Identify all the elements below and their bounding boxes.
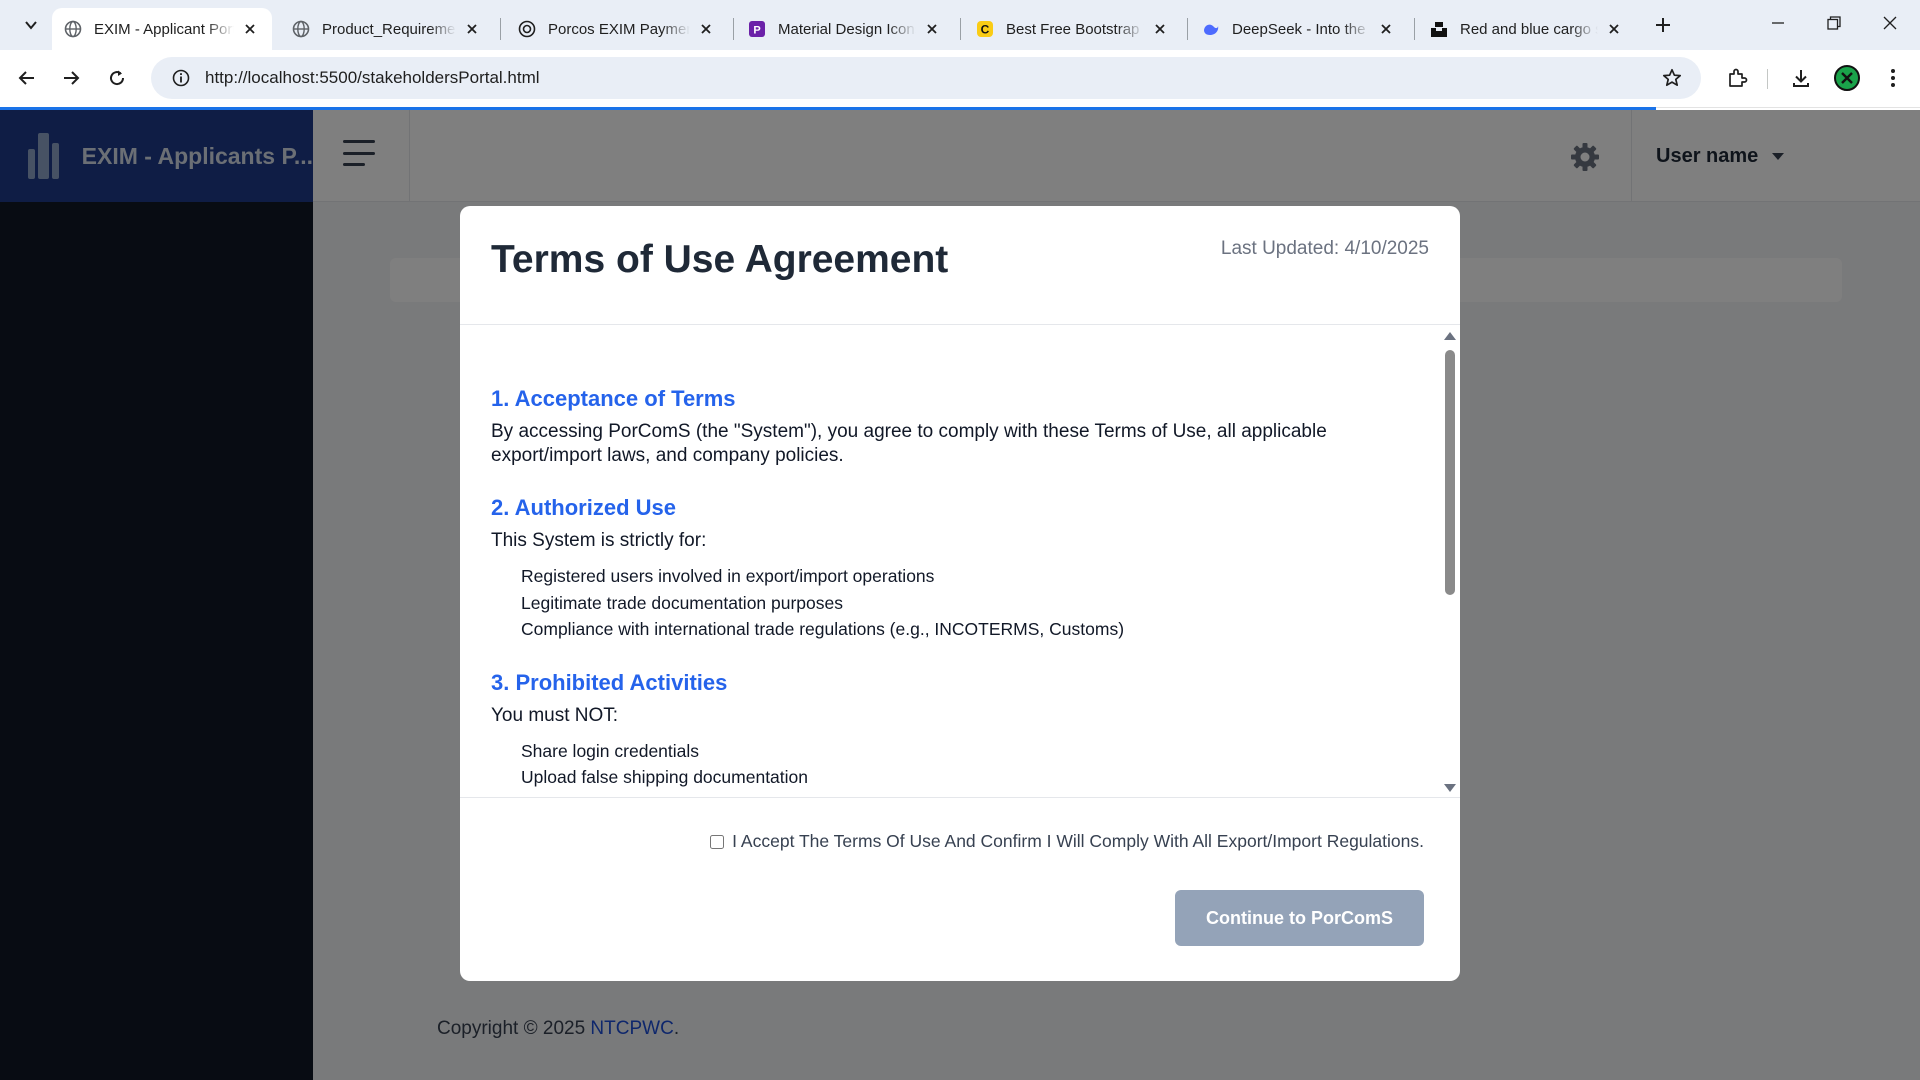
bookmark-star-icon[interactable] [1661, 67, 1683, 89]
tab-separator [500, 18, 501, 40]
openai-icon [518, 20, 536, 38]
close-icon [1883, 16, 1897, 30]
close-window-button[interactable] [1862, 0, 1918, 46]
modal-title: Terms of Use Agreement [491, 238, 949, 281]
forward-button[interactable] [52, 59, 90, 97]
reload-icon [110, 70, 125, 86]
more-menu-icon[interactable] [1878, 63, 1908, 93]
list-item: Legitimate trade documentation purposes [521, 592, 844, 613]
tab-title: DeepSeek - Into the Unknown [1232, 20, 1370, 38]
profile-icon [1841, 72, 1853, 84]
accept-terms-row[interactable]: I Accept The Terms Of Use And Confirm I … [710, 831, 1424, 852]
section-heading: 1. Acceptance of Terms [491, 386, 736, 411]
arrow-right-icon [64, 71, 80, 85]
c-icon: C [976, 20, 994, 38]
arrow-left-icon [18, 71, 34, 85]
extensions-icon[interactable] [1722, 63, 1752, 93]
tab-separator [1187, 18, 1188, 40]
tab-cargo-ship[interactable]: Red and blue cargo ship [1418, 8, 1636, 50]
section-heading: 3. Prohibited Activities [491, 669, 728, 695]
profile-avatar[interactable] [1834, 65, 1860, 91]
tab-title: Best Free Bootstrap Templates [1006, 20, 1144, 38]
globe-icon [292, 20, 310, 38]
toolbar-divider [1767, 69, 1768, 89]
tab-separator [960, 18, 961, 40]
close-icon[interactable] [462, 19, 482, 39]
address-bar[interactable]: http://localhost:5500/stakeholdersPortal… [151, 57, 1701, 99]
chevron-down-icon [25, 21, 37, 30]
accept-terms-checkbox[interactable] [710, 834, 725, 849]
new-tab-button[interactable] [1648, 10, 1678, 40]
terms-scroll-area[interactable]: 1. Acceptance of Terms By accessing PorC… [460, 326, 1460, 798]
close-icon[interactable] [1150, 19, 1170, 39]
browser-tabstrip: EXIM - Applicant Portal Product_Requirem… [0, 0, 1920, 50]
tab-title: Product_Requirements [322, 20, 456, 38]
section-text: By accessing PorComS (the "System"), you… [491, 421, 1327, 466]
plus-icon [1656, 18, 1670, 32]
close-icon[interactable] [1376, 19, 1396, 39]
tab-title: Red and blue cargo ship [1460, 20, 1598, 38]
tab-exim-portal[interactable]: EXIM - Applicant Portal [52, 8, 272, 50]
list-item: Registered users involved in export/impo… [521, 566, 935, 586]
download-icon[interactable] [1786, 63, 1816, 93]
unsplash-icon [1430, 20, 1448, 38]
tab-separator [733, 18, 734, 40]
restore-icon [1827, 16, 1841, 30]
continue-button[interactable]: Continue to PorComS [1175, 890, 1424, 946]
deepseek-icon [1202, 20, 1220, 38]
tab-title: Porcos EXIM Payment [548, 20, 690, 38]
scrollbar[interactable] [1440, 326, 1460, 797]
tab-porcos-payment[interactable]: Porcos EXIM Payment [506, 8, 728, 50]
site-info-icon[interactable] [161, 57, 201, 99]
terms-modal: Terms of Use Agreement Last Updated: 4/1… [460, 206, 1460, 981]
tab-separator [1414, 18, 1415, 40]
svg-text:P: P [753, 25, 760, 37]
back-button[interactable] [8, 59, 46, 97]
list-item: Share login credentials [521, 740, 700, 761]
close-icon[interactable] [240, 19, 260, 39]
scroll-up-arrow-icon[interactable] [1444, 332, 1456, 340]
section-text: You must NOT: [491, 704, 619, 726]
tab-search-button[interactable] [14, 10, 48, 40]
accept-terms-label[interactable]: I Accept The Terms Of Use And Confirm I … [732, 831, 1424, 852]
close-icon[interactable] [696, 19, 716, 39]
globe-icon [64, 20, 82, 38]
modal-header: Terms of Use Agreement Last Updated: 4/1… [460, 206, 1460, 325]
section-heading: 2. Authorized Use [491, 495, 676, 520]
pictogrammers-icon: P [748, 20, 766, 38]
restore-button[interactable] [1806, 0, 1862, 46]
tab-product-requirements[interactable]: Product_Requirements [280, 8, 494, 50]
scrollbar-thumb[interactable] [1445, 350, 1455, 595]
section-text: This System is strictly for: [491, 530, 707, 551]
tab-bootstrap-templates[interactable]: C Best Free Bootstrap Templates [964, 8, 1182, 50]
minimize-icon [1772, 22, 1784, 24]
tab-deepseek[interactable]: DeepSeek - Into the Unknown [1190, 8, 1408, 50]
section-list: Registered users involved in export/impo… [491, 563, 1411, 643]
tab-title: Material Design Icons [778, 20, 916, 38]
section-list: Share login credentials Upload false shi… [491, 738, 1411, 791]
close-icon[interactable] [922, 19, 942, 39]
svg-text:C: C [981, 23, 990, 37]
close-icon[interactable] [1604, 19, 1624, 39]
last-updated: Last Updated: 4/10/2025 [1220, 238, 1429, 259]
list-item: Compliance with international trade regu… [521, 619, 1125, 639]
minimize-button[interactable] [1750, 0, 1806, 46]
browser-toolbar: http://localhost:5500/stakeholdersPortal… [0, 50, 1920, 110]
url-text[interactable]: http://localhost:5500/stakeholdersPortal… [205, 68, 540, 88]
terms-content: 1. Acceptance of Terms By accessing PorC… [491, 386, 1411, 797]
reload-button[interactable] [98, 59, 136, 97]
scroll-down-arrow-icon[interactable] [1444, 784, 1456, 792]
tab-title: EXIM - Applicant Portal [94, 20, 234, 38]
tab-material-design-icons[interactable]: P Material Design Icons [736, 8, 954, 50]
list-item: Upload false shipping documentation [521, 767, 808, 787]
